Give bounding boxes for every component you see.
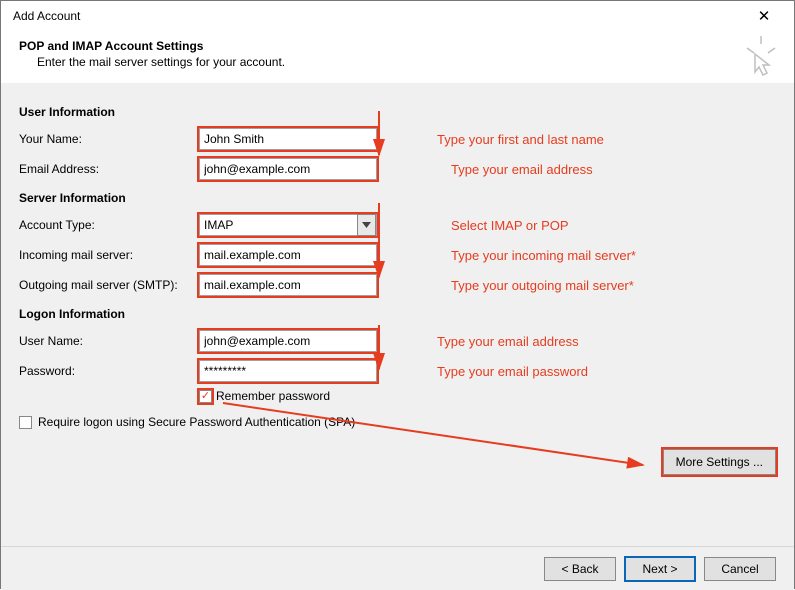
footer: < Back Next > Cancel xyxy=(1,546,794,590)
account-type-value: IMAP xyxy=(204,218,233,232)
header: POP and IMAP Account Settings Enter the … xyxy=(1,31,794,83)
account-type-select[interactable]: IMAP xyxy=(199,214,377,236)
header-subtitle: Enter the mail server settings for your … xyxy=(19,55,776,69)
annotation-incoming: Type your incoming mail server* xyxy=(437,248,636,263)
more-settings-button[interactable]: More Settings ... xyxy=(663,449,776,475)
label-account-type: Account Type: xyxy=(19,218,199,232)
annotation-email: Type your email address xyxy=(437,162,593,177)
label-outgoing: Outgoing mail server (SMTP): xyxy=(19,278,199,292)
annotation-outgoing: Type your outgoing mail server* xyxy=(437,278,634,293)
user-name-input[interactable] xyxy=(199,330,377,352)
checkmark-icon: ✓ xyxy=(201,391,210,402)
annotation-password: Type your email password xyxy=(437,364,588,379)
dropdown-icon[interactable] xyxy=(357,214,376,236)
annotation-account-type: Select IMAP or POP xyxy=(437,218,569,233)
section-server-info: Server Information xyxy=(19,191,776,205)
email-input[interactable] xyxy=(199,158,377,180)
cursor-icon xyxy=(743,36,779,79)
spa-checkbox[interactable] xyxy=(19,416,32,429)
label-your-name: Your Name: xyxy=(19,132,199,146)
header-title: POP and IMAP Account Settings xyxy=(19,39,776,53)
label-password: Password: xyxy=(19,364,199,378)
next-button[interactable]: Next > xyxy=(624,556,696,582)
window-title: Add Account xyxy=(11,9,80,23)
dialog-body: User Information Your Name: Type your fi… xyxy=(1,83,794,546)
spa-label: Require logon using Secure Password Auth… xyxy=(38,415,355,429)
add-account-window: Add Account ✕ POP and IMAP Account Setti… xyxy=(0,0,795,589)
remember-password-checkbox[interactable]: ✓ xyxy=(199,390,212,403)
password-input[interactable] xyxy=(199,360,377,382)
section-logon-info: Logon Information xyxy=(19,307,776,321)
label-incoming: Incoming mail server: xyxy=(19,248,199,262)
close-button[interactable]: ✕ xyxy=(744,7,784,25)
back-button[interactable]: < Back xyxy=(544,557,616,581)
label-user-name: User Name: xyxy=(19,334,199,348)
annotation-user-name: Type your email address xyxy=(437,334,579,349)
incoming-server-input[interactable] xyxy=(199,244,377,266)
section-user-info: User Information xyxy=(19,105,776,119)
your-name-input[interactable] xyxy=(199,128,377,150)
remember-password-label: Remember password xyxy=(216,389,330,403)
cancel-button[interactable]: Cancel xyxy=(704,557,776,581)
titlebar: Add Account ✕ xyxy=(1,1,794,31)
outgoing-server-input[interactable] xyxy=(199,274,377,296)
label-email: Email Address: xyxy=(19,162,199,176)
annotation-your-name: Type your first and last name xyxy=(437,132,604,147)
